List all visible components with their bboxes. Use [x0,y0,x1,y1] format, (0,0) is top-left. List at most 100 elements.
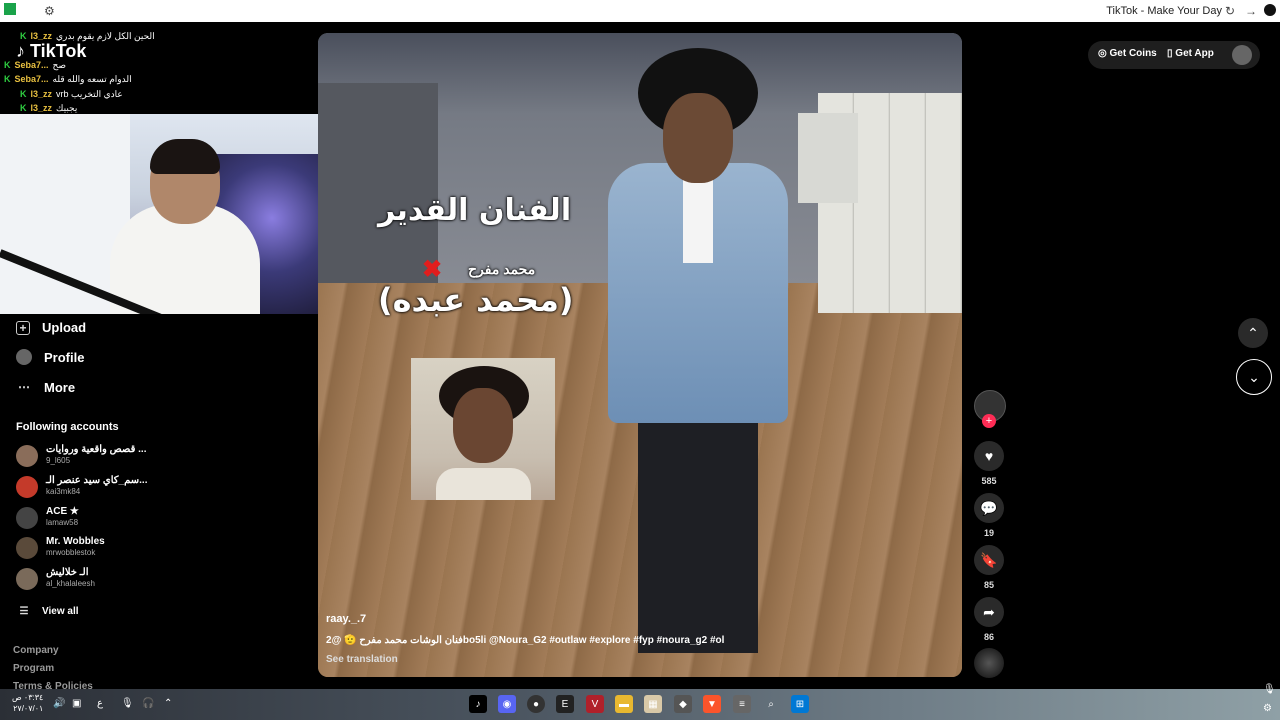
footer-link-program[interactable]: Program [13,663,54,674]
bookmark-icon: 🔖 [980,551,998,568]
share-count: 86 [983,632,994,642]
obs-icon[interactable]: ● [527,695,545,713]
chat-line: K Seba7... الدوام تسعه والله قله [4,74,132,84]
video-scene-cabinet [798,113,858,203]
voice-mod-icon[interactable]: V [586,695,604,713]
character-legs [638,413,758,653]
following-account[interactable]: سم_كاي سيد عنصر الـ... kai3mk84 [16,475,156,501]
settings-icon[interactable]: ⚙ [44,4,55,18]
video-overlay-name: (محمد عبده) [378,281,574,319]
brave-browser-icon[interactable]: ▼ [703,695,721,713]
mic-tray-icon[interactable]: 🎙 [1263,684,1276,695]
network-icon[interactable]: ▣ [72,698,81,709]
windows-start-icon[interactable]: ⊞ [791,695,809,713]
view-all-link[interactable]: ☰ View all [16,603,79,619]
chat-line: Kl3_zz يجبيك [20,103,78,113]
video-inset-photo [411,358,555,500]
account-handle: mrwobblestok [46,548,96,557]
coin-icon: ◎ [1098,48,1107,59]
reload-icon[interactable]: ↻ [1225,4,1235,18]
search-icon[interactable]: ⌕ [762,695,780,713]
video-scene-door [318,83,438,283]
avatar [16,507,38,529]
see-translation-link[interactable]: See translation [326,654,398,665]
footer-link-company[interactable]: Company [13,645,59,656]
get-app-button[interactable]: ▯ Get App [1167,48,1214,59]
account-name: Mr. Wobbles [46,536,105,547]
comment-count: 19 [983,528,994,538]
video-overlay-title: الفنان القدير [378,193,572,228]
get-coins-label: Get Coins [1109,48,1157,59]
clock-date: ٢٧/٠٧/٠١ [13,704,44,713]
like-button[interactable]: ♥ [974,441,1004,471]
language-indicator[interactable]: ع [97,698,103,709]
video-overlay-subtitle: محمد مفرح [468,261,536,277]
app-icon[interactable]: ◆ [674,695,692,713]
character-head [663,93,733,183]
red-x-icon: ✖ [422,256,443,283]
following-account[interactable]: ACE ★ lamaw58 [16,506,156,532]
like-count: 585 [981,476,997,486]
clock-time: ٠٣:٣٤ ص [12,693,44,702]
get-coins-button[interactable]: ◎ Get Coins [1098,48,1157,59]
share-button[interactable]: ➦ [974,597,1004,627]
account-name: الـ خلاليش [46,567,89,578]
video-caption: فنان الوشات محمد مفرح 🫡 @2bo5li @Noura_G… [326,635,725,646]
chevron-up-tray-icon[interactable]: ⌃ [164,698,172,709]
account-name: قصص واقعية وروايات ... [46,444,147,455]
profile-avatar-icon [16,349,32,365]
account-handle: al_khalaleesh [46,579,95,588]
epic-games-icon[interactable]: E [556,695,574,713]
comment-button[interactable]: 💬 [974,493,1004,523]
phone-icon: ▯ [1167,48,1173,59]
music-disc-icon[interactable] [974,648,1004,678]
window-title: TikTok - Make Your Day [1106,5,1222,17]
microphone-icon[interactable]: 🎙 [121,698,134,709]
sidebar-item-label: Upload [42,320,87,335]
file-explorer-icon[interactable]: ▬ [615,695,633,713]
save-count: 85 [983,580,994,590]
list-icon: ☰ [19,605,29,617]
window-title-bar: ⚙ TikTok - Make Your Day ↻ → [0,0,1280,22]
account-handle: 9_l605 [46,456,71,465]
streamer-headphones [150,139,220,174]
user-avatar[interactable] [1232,45,1252,65]
following-account[interactable]: الـ خلاليش al_khalaleesh [16,567,156,593]
obs-green-icon [4,3,16,15]
share-arrow-icon: ➦ [983,603,995,620]
arrow-forward-icon[interactable]: → [1245,4,1257,18]
headset-icon[interactable]: 🎧 [142,698,154,709]
save-button[interactable]: 🔖 [974,545,1004,575]
get-app-label: Get App [1175,48,1214,59]
chevron-down-icon: ⌄ [1248,368,1260,385]
previous-video-button[interactable]: ⌃ [1238,318,1268,348]
discord-icon[interactable]: ◉ [498,695,516,713]
sidebar-item-upload[interactable]: + Upload [16,320,86,335]
tiktok-taskbar-icon[interactable]: ♪ [469,695,487,713]
footer-link-terms[interactable]: Terms & Policies [13,681,93,689]
chat-line: Kl3_zz vrb عادي التخريب [20,89,123,99]
follow-plus-icon[interactable]: + [982,414,996,428]
sidebar-item-profile[interactable]: Profile [16,349,84,365]
following-accounts-title: Following accounts [16,421,119,433]
windows-taskbar [0,689,1280,720]
comment-icon: 💬 [980,499,998,516]
heart-icon: ♥ [984,448,994,464]
photo-shirt [436,468,531,500]
next-video-button[interactable]: ⌄ [1236,359,1272,395]
notepad-icon[interactable]: ≡ [733,695,751,713]
chevron-up-icon: ⌃ [1247,324,1259,341]
account-name: ACE ★ [46,506,79,517]
following-account[interactable]: Mr. Wobbles mrwobblestok [16,536,156,562]
speaker-icon[interactable]: 🔊 [53,698,65,709]
store-icon[interactable]: ▦ [644,695,662,713]
tiktok-logo[interactable]: ♪ TikTok [16,41,86,62]
account-handle: kai3mk84 [46,487,81,496]
video-player[interactable]: الفنان القدير محمد مفرح ✖ (محمد عبده) ra… [318,33,962,677]
taskbar-clock[interactable]: ٠٣:٣٤ ص ٢٧/٠٧/٠١ [12,692,43,714]
sidebar-item-more[interactable]: ⋯ More [16,379,75,395]
settings-tray-icon[interactable]: ⚙ [1263,703,1272,714]
view-all-label: View all [42,605,79,617]
video-username[interactable]: raay._.7 [326,613,366,625]
following-account[interactable]: قصص واقعية وروايات ... 9_l605 [16,444,156,470]
